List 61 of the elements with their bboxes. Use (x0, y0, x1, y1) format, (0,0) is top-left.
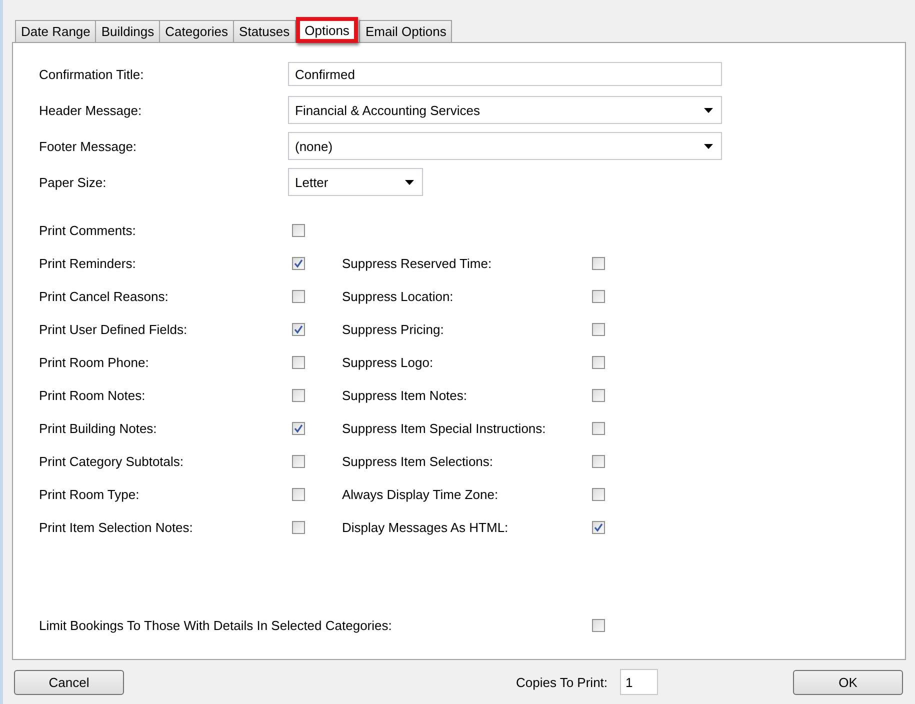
option-label: Print Cancel Reasons: (39, 289, 170, 304)
checkbox[interactable] (592, 455, 605, 468)
option-label: Suppress Location: (342, 289, 454, 304)
dropdown[interactable]: Financial & Accounting Services (288, 96, 722, 124)
option-label: Print Category Subtotals: (39, 454, 185, 469)
checkbox[interactable] (592, 422, 605, 435)
checkbox[interactable] (292, 257, 305, 270)
dropdown-caret-icon (704, 144, 713, 148)
option-label: Print Item Selection Notes: (39, 520, 194, 535)
option-label: Print User Defined Fields: (39, 322, 188, 337)
checkbox[interactable] (592, 323, 605, 336)
option-label: Print Comments: (39, 223, 137, 238)
option-label: Print Building Notes: (39, 421, 158, 436)
option-label: Print Room Notes: (39, 388, 146, 403)
dropdown-caret-icon (704, 108, 713, 112)
option-label: Print Reminders: (39, 256, 137, 271)
checkbox[interactable] (292, 323, 305, 336)
checkbox[interactable] (292, 455, 305, 468)
checkbox[interactable] (592, 257, 605, 270)
dropdown[interactable]: (none) (288, 132, 722, 160)
ok-button[interactable]: OK (793, 670, 903, 694)
checkbox[interactable] (292, 224, 305, 237)
option-label: Display Messages As HTML: (342, 520, 510, 535)
text-field[interactable]: Confirmed (288, 62, 722, 86)
option-label: Suppress Pricing: (342, 322, 445, 337)
option-label: Suppress Item Notes: (342, 388, 468, 403)
checkbox[interactable] (292, 290, 305, 303)
dropdown[interactable]: Letter (288, 168, 423, 196)
dropdown-caret-icon (405, 180, 414, 184)
checkbox[interactable] (592, 619, 605, 632)
checkbox[interactable] (592, 290, 605, 303)
field-label: Confirmation Title: (39, 66, 145, 82)
checkbox[interactable] (592, 488, 605, 501)
checkbox[interactable] (592, 389, 605, 402)
field-label: Footer Message: (39, 138, 138, 154)
checkbox[interactable] (292, 356, 305, 369)
checkbox[interactable] (292, 521, 305, 534)
option-label: Suppress Logo: (342, 355, 434, 370)
checkbox[interactable] (292, 488, 305, 501)
checkbox[interactable] (292, 389, 305, 402)
copies-label: Copies To Print: (516, 674, 608, 690)
field-label: Header Message: (39, 102, 143, 118)
cancel-button[interactable]: Cancel (14, 670, 124, 694)
checkbox[interactable] (592, 356, 605, 369)
tab[interactable]: Categories (159, 20, 234, 42)
option-label: Suppress Item Special Instructions: (342, 421, 547, 436)
checkbox[interactable] (592, 521, 605, 534)
tab[interactable]: Buildings (95, 20, 160, 42)
option-label: Suppress Reserved Time: (342, 256, 493, 271)
option-label: Print Room Phone: (39, 355, 150, 370)
tab[interactable]: Email Options (359, 20, 452, 42)
option-label: Suppress Item Selections: (342, 454, 494, 469)
field-label: Paper Size: (39, 174, 108, 190)
option-label: Limit Bookings To Those With Details In Selected Categories: (39, 618, 393, 633)
tab[interactable]: Date Range (15, 20, 96, 42)
copies-field[interactable]: 1 (620, 669, 658, 695)
checkbox[interactable] (292, 422, 305, 435)
tab[interactable]: Options (296, 17, 358, 43)
option-label: Always Display Time Zone: (342, 487, 500, 502)
option-label: Print Room Type: (39, 487, 140, 502)
tab[interactable]: Statuses (233, 20, 296, 42)
